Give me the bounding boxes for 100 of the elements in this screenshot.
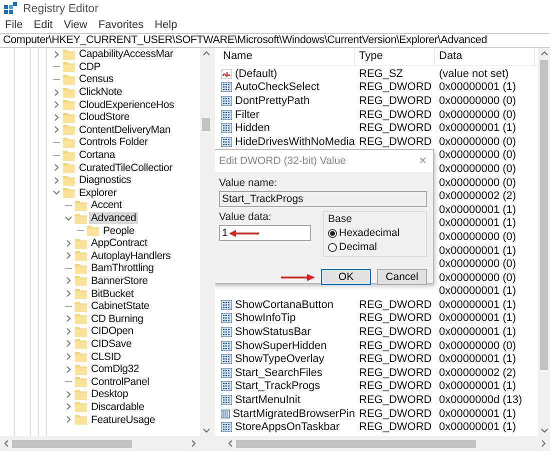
tree-item[interactable]: CIDSave (89, 338, 134, 350)
folder-icon (63, 136, 75, 148)
cancel-button[interactable]: Cancel (377, 269, 427, 285)
scroll-up-icon[interactable] (540, 51, 548, 56)
value-name[interactable]: StoreAppsOnTaskbar (235, 421, 340, 434)
binary-value-icon (221, 82, 232, 92)
scroll-down-icon[interactable] (202, 428, 210, 433)
window-title: Registry Editor (23, 2, 98, 14)
value-type: REG_DWORD (359, 298, 432, 311)
annotation-arrow (281, 274, 315, 280)
menu-item[interactable]: Help (154, 19, 178, 31)
column-header[interactable]: Name (219, 48, 355, 65)
tree-item[interactable]: ClickNote (77, 86, 124, 98)
tree-item[interactable]: CLSID (89, 350, 123, 363)
scrollbar[interactable] (538, 48, 550, 436)
value-data: 0x00000001 (1) (439, 408, 516, 420)
address-bar[interactable]: Computer\HKEY_CURRENT_USER\SOFTWARE\Microsoft\Windows\CurrentVersion\Explorer\Advanced (0, 33, 550, 48)
value-name[interactable]: ShowCortanaButton (235, 298, 334, 311)
value-name[interactable]: AutoCheckSelect (235, 81, 320, 94)
scroll-thumb[interactable] (12, 440, 132, 448)
tree-item[interactable]: Accent (89, 199, 124, 212)
scroll-thumb[interactable] (540, 60, 548, 370)
value-name[interactable]: DontPrettyPath (235, 94, 310, 107)
scroll-down-icon[interactable] (540, 428, 548, 433)
tree-item[interactable]: Controls Folder (77, 136, 150, 148)
value-name[interactable]: Start_TrackProgs (235, 380, 320, 392)
chevron-icon[interactable] (65, 214, 72, 222)
binary-value-icon (221, 123, 232, 134)
tree-item[interactable]: CloudExperienceHos (77, 98, 176, 111)
tree-item[interactable]: BitBucket (89, 288, 136, 300)
chevron-icon[interactable] (53, 50, 60, 58)
value-name[interactable]: StartMigratedBrowserPin (232, 408, 355, 420)
folder-icon (63, 124, 75, 136)
tree-item[interactable]: Diagnostics (77, 174, 134, 186)
value-name[interactable]: Filter (235, 108, 260, 121)
value-data: 0x00000000 (0) (439, 108, 516, 121)
tree-item[interactable]: BannerStore (89, 274, 150, 287)
value-type: REG_DWORD (359, 81, 432, 94)
radio-button[interactable]: Hexadecimal (328, 227, 422, 239)
value-data: 0x00000001 (1) (439, 217, 516, 230)
value-name[interactable]: StartMenuInit (235, 394, 300, 406)
ok-button[interactable]: OK (321, 269, 371, 285)
value-name[interactable]: Start_SearchFiles (235, 366, 322, 379)
value-name[interactable]: ShowTypeOverlay (235, 353, 324, 366)
tree-item[interactable]: AppContract (89, 237, 150, 250)
tree-item[interactable]: BamThrottling (89, 262, 156, 274)
menu-item[interactable]: View (64, 19, 88, 31)
scroll-right-icon[interactable] (191, 440, 196, 447)
tree-item[interactable]: ControlPanel (89, 376, 152, 388)
scroll-left-icon[interactable] (4, 440, 9, 447)
menu-item[interactable]: File (5, 19, 23, 31)
value-name[interactable]: (Default) (235, 68, 278, 80)
value-name[interactable]: Hidden (235, 122, 270, 134)
value-type: REG_DWORD (359, 326, 432, 338)
binary-value-icon (221, 381, 232, 392)
scroll-right-icon[interactable] (541, 440, 546, 447)
value-data: 0x0000000d (13) (439, 394, 522, 406)
value-name[interactable]: ShowStatusBar (235, 326, 311, 338)
tree-item[interactable]: People (101, 224, 136, 237)
tree-item[interactable]: CDP (77, 60, 103, 73)
column-header[interactable]: Type (355, 48, 435, 65)
tree-item[interactable]: Explorer (77, 186, 118, 199)
tree-item[interactable]: AutoplayHandlers (89, 250, 173, 262)
tree-item[interactable]: Census (77, 73, 116, 86)
value-data: 0x00000000 (0) (439, 176, 516, 189)
tree-item[interactable]: Desktop (89, 388, 130, 400)
value-data: 0x00000001 (1) (439, 421, 516, 434)
tree-item[interactable]: CabinetState (89, 300, 152, 312)
folder-icon (63, 74, 75, 85)
tree-item[interactable]: CD Burning (89, 312, 146, 325)
tree-item[interactable]: CIDOpen (89, 325, 136, 338)
tree-item[interactable]: ComDlg32 (89, 363, 142, 376)
value-data-field[interactable]: 1 (219, 225, 311, 241)
tree-item[interactable]: CloudStore (77, 111, 132, 124)
scroll-thumb[interactable] (236, 440, 476, 448)
folder-icon (75, 401, 87, 412)
value-name-field[interactable]: Start_TrackProgs (219, 191, 427, 207)
value-type: REG_DWORD (359, 136, 432, 148)
menu-item[interactable]: Favorites (98, 19, 144, 31)
value-name[interactable]: ShowSuperHidden (235, 340, 327, 352)
scrollbar[interactable] (200, 48, 212, 436)
scroll-thumb[interactable] (202, 118, 210, 131)
tree-item[interactable]: CapabilityAccessMar (77, 48, 176, 60)
value-name[interactable]: ShowInfoTip (235, 312, 296, 324)
menu-item[interactable]: Edit (34, 19, 53, 31)
folder-icon (75, 388, 87, 400)
tree-item[interactable]: FeatureUsage (89, 414, 158, 426)
column-header[interactable]: Data (435, 48, 535, 65)
tree-item[interactable]: Discardable (89, 400, 146, 413)
binary-value-icon (221, 422, 232, 432)
value-name[interactable]: HideDrivesWithNoMedia (235, 136, 355, 148)
radio-button[interactable]: Decimal (328, 241, 422, 253)
scroll-left-icon[interactable] (228, 440, 233, 447)
tree-item[interactable]: Advanced (89, 212, 138, 224)
scroll-up-icon[interactable] (202, 51, 210, 56)
folder-icon (75, 238, 87, 249)
tree-item[interactable]: Cortana (77, 149, 117, 162)
tree-item[interactable]: CuratedTileCollectior (77, 162, 174, 174)
value-data: 0x00000000 (0) (439, 136, 516, 148)
tree-item[interactable]: ContentDeliveryMan (77, 124, 173, 136)
